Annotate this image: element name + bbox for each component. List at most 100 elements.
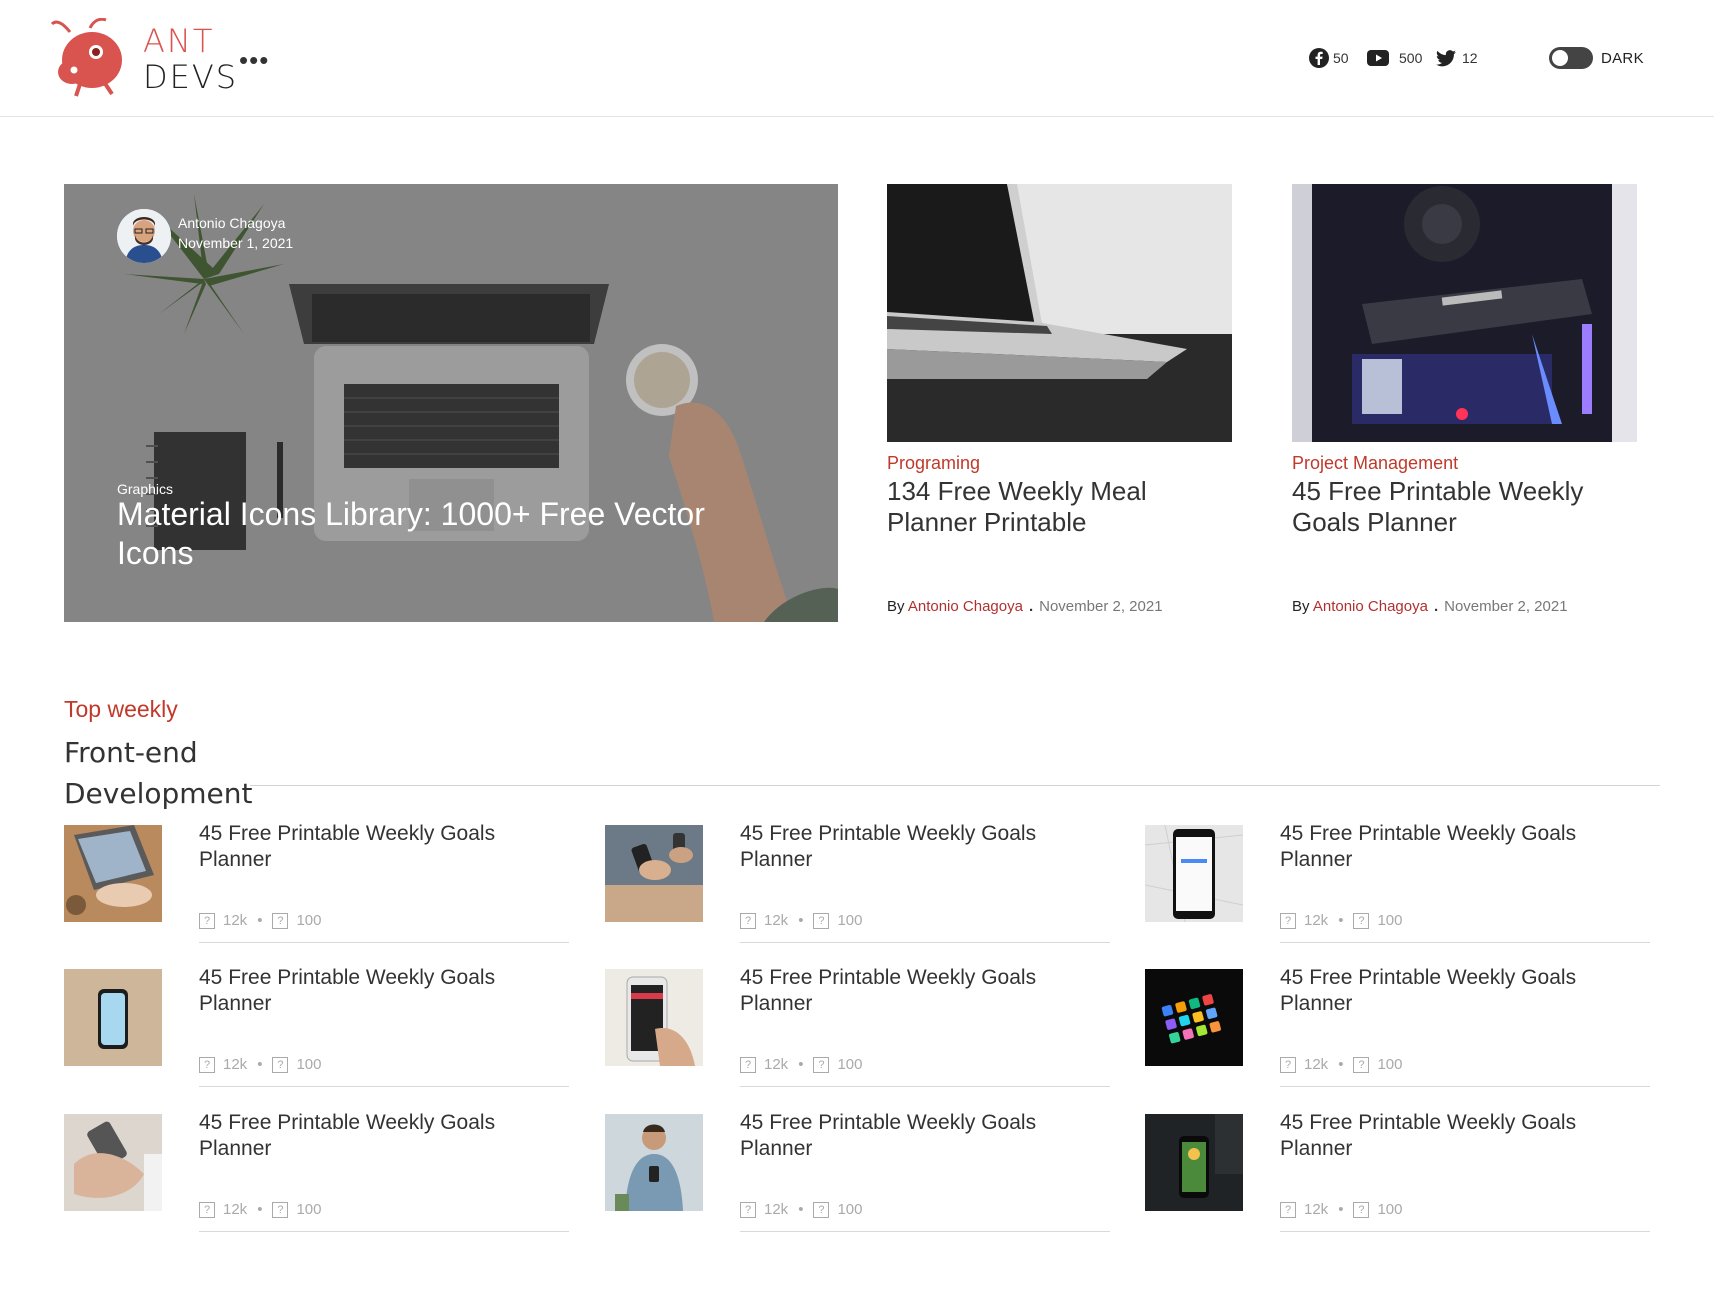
phone-dark-desk-photo [1145,1114,1243,1211]
laptop-photo [887,184,1232,442]
author-avatar[interactable] [117,209,171,263]
comments-icon: ? [1353,1056,1370,1073]
list-item[interactable]: 45 Free Printable Weekly Goals Planner ?… [605,822,1110,958]
comments-icon: ? [1353,1201,1370,1218]
list-item[interactable]: 45 Free Printable Weekly Goals Planner ?… [1145,1111,1650,1247]
views-icon: ? [740,1056,756,1073]
list-item[interactable]: 45 Free Printable Weekly Goals Planner ?… [64,966,569,1102]
list-item[interactable]: 45 Free Printable Weekly Goals Planner ?… [1145,966,1650,1102]
views-icon: ? [1280,1201,1296,1218]
hands-phones-photo [605,825,703,922]
dark-mode-toggle[interactable] [1549,47,1593,69]
byline-by: By [887,598,905,615]
views-count: 12k [1304,912,1329,929]
post-card-image[interactable] [1292,184,1637,442]
list-item-title[interactable]: 45 Free Printable Weekly Goals Planner [1280,821,1650,873]
toggle-knob [1552,50,1568,66]
card-category[interactable]: Project Management [1292,453,1458,474]
list-item-title[interactable]: 45 Free Printable Weekly Goals Planner [740,1110,1110,1162]
list-item-title[interactable]: 45 Free Printable Weekly Goals Planner [1280,965,1650,1017]
section-divider [250,785,1660,786]
comments-icon: ? [272,1201,289,1218]
card-date: November 2, 2021 [1039,598,1163,615]
views-icon: ? [1280,1056,1296,1073]
post-card[interactable]: Programing 134 Free Weekly Meal Planner … [887,184,1232,615]
list-item-title[interactable]: 45 Free Printable Weekly Goals Planner [740,965,1110,1017]
phone-hand-photo [605,969,703,1066]
list-item-thumbnail[interactable] [64,825,162,922]
list-item-thumbnail[interactable] [64,969,162,1066]
list-item-stats: ? 12k •? 100 [199,1201,321,1218]
list-item-thumbnail[interactable] [605,969,703,1066]
card-author[interactable]: Antonio Chagoya [908,598,1023,615]
hero-title[interactable]: Material Icons Library: 1000+ Free Vecto… [117,495,757,573]
list-item-divider [1280,942,1650,943]
list-item-title[interactable]: 45 Free Printable Weekly Goals Planner [199,821,569,873]
card-title[interactable]: 134 Free Weekly Meal Planner Printable [887,476,1232,538]
views-count: 12k [223,1056,248,1073]
comments-count: 100 [296,1201,322,1218]
dark-mode-label: DARK [1601,50,1644,67]
post-card-image[interactable] [887,184,1232,442]
list-item[interactable]: 45 Free Printable Weekly Goals Planner ?… [64,1111,569,1247]
card-title[interactable]: 45 Free Printable Weekly Goals Planner [1292,476,1637,538]
list-item-title[interactable]: 45 Free Printable Weekly Goals Planner [199,1110,569,1162]
comments-icon: ? [813,1056,830,1073]
comments-icon: ? [813,912,830,929]
card-date: November 2, 2021 [1444,598,1568,615]
twitter-icon [1436,49,1456,66]
views-icon: ? [199,912,215,929]
list-item-stats: ? 12k •? 100 [199,1056,321,1073]
comments-count: 100 [837,1201,863,1218]
site-logo[interactable]: ANT DEVS ••• [50,18,270,98]
views-count: 12k [223,1201,248,1218]
card-author[interactable]: Antonio Chagoya [1313,598,1428,615]
youtube-icon [1367,50,1389,66]
list-item[interactable]: 45 Free Printable Weekly Goals Planner ?… [605,1111,1110,1247]
views-count: 12k [223,912,248,929]
list-item-thumbnail[interactable] [64,1114,162,1211]
list-item-thumbnail[interactable] [1145,1114,1243,1211]
comments-count: 100 [1377,1056,1403,1073]
views-icon: ? [199,1056,215,1073]
views-count: 12k [764,1201,789,1218]
list-item-title[interactable]: 45 Free Printable Weekly Goals Planner [1280,1110,1650,1162]
facebook-link[interactable]: 50 [1309,46,1349,70]
list-item-title[interactable]: 45 Free Printable Weekly Goals Planner [199,965,569,1017]
views-count: 12k [1304,1056,1329,1073]
post-card[interactable]: Project Management 45 Free Printable Wee… [1292,184,1637,615]
phone-wood-photo [64,969,162,1066]
author-avatar-image [117,209,171,263]
list-item[interactable]: 45 Free Printable Weekly Goals Planner ?… [1145,822,1650,958]
views-count: 12k [764,912,789,929]
list-item[interactable]: 45 Free Printable Weekly Goals Planner ?… [64,822,569,958]
list-item-divider [1280,1086,1650,1087]
youtube-link[interactable]: 500 [1367,46,1422,70]
views-count: 12k [764,1056,789,1073]
comments-count: 100 [837,1056,863,1073]
byline-separator: . [1028,598,1034,615]
twitter-link[interactable]: 12 [1436,46,1478,70]
app-icons-dark-photo [1145,969,1243,1066]
comments-count: 100 [1377,912,1403,929]
facebook-icon [1309,48,1329,68]
list-item[interactable]: 45 Free Printable Weekly Goals Planner ?… [605,966,1110,1102]
list-item-thumbnail[interactable] [605,825,703,922]
list-item-thumbnail[interactable] [1145,969,1243,1066]
card-category[interactable]: Programing [887,453,980,474]
list-item-divider [199,942,569,943]
list-item-stats: ? 12k •? 100 [199,912,321,929]
hero-post[interactable]: Antonio Chagoya November 1, 2021 Graphic… [64,184,838,622]
comments-count: 100 [1377,1201,1403,1218]
ant-logo-icon [50,18,122,97]
hero-author[interactable]: Antonio Chagoya [178,215,285,231]
twitter-count: 12 [1462,50,1478,66]
comments-icon: ? [1353,912,1370,929]
list-item-thumbnail[interactable] [605,1114,703,1211]
comments-count: 100 [296,912,322,929]
list-item-divider [199,1231,569,1232]
list-item-title[interactable]: 45 Free Printable Weekly Goals Planner [740,821,1110,873]
more-menu-icon[interactable]: ••• [239,47,269,73]
list-item-stats: ? 12k •? 100 [740,1201,862,1218]
list-item-thumbnail[interactable] [1145,825,1243,922]
